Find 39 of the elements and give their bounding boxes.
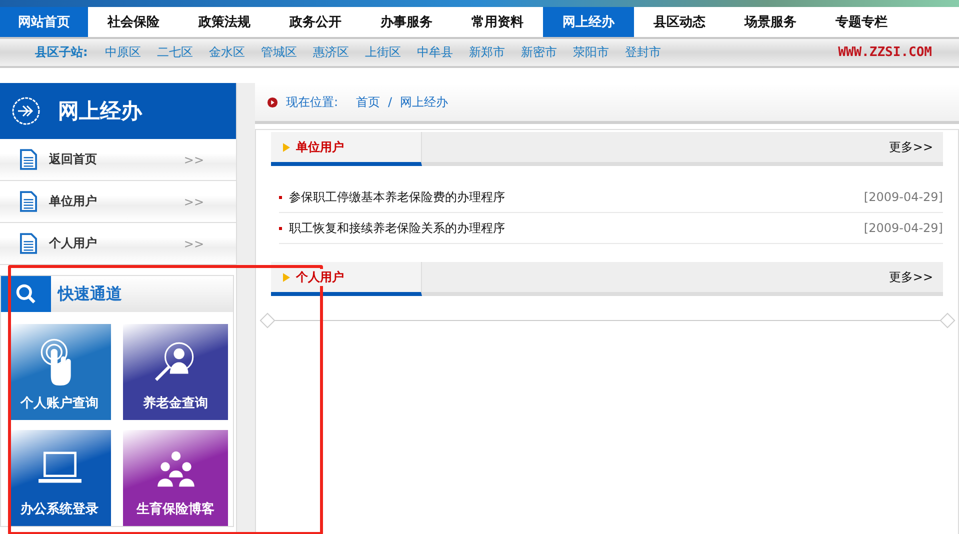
- section-tab[interactable]: 个人用户: [271, 262, 422, 296]
- section-tab[interactable]: 单位用户: [271, 132, 422, 166]
- nav-tab[interactable]: 常用资料: [452, 7, 543, 37]
- quick-link-tile[interactable]: 养老金查询: [123, 324, 228, 420]
- nav-tab[interactable]: 办事服务: [361, 7, 452, 37]
- article-link[interactable]: 职工恢复和接续养老保险关系的办理程序: [289, 220, 505, 236]
- quick-access-title: 快速通道: [58, 284, 122, 304]
- bullet-icon: [279, 226, 282, 230]
- breadcrumb-link[interactable]: 首页: [356, 94, 380, 110]
- nav-tab[interactable]: 政策法规: [179, 7, 270, 37]
- quick-link-tile[interactable]: 个人账户查询: [8, 324, 111, 420]
- more-link[interactable]: 更多>>: [888, 268, 933, 286]
- subsite-label: 县区子站:: [35, 44, 88, 61]
- nav-tab[interactable]: 专题专栏: [816, 7, 907, 37]
- nav-tab[interactable]: 网上经办: [543, 7, 634, 37]
- sidebar-title: 网上经办: [58, 98, 142, 125]
- breadcrumb-label: 现在位置:: [286, 94, 338, 110]
- bullet-icon: [279, 196, 282, 198]
- triangle-icon: [283, 142, 290, 152]
- document-icon: [20, 233, 37, 254]
- article-date: [2009-04-29]: [864, 221, 943, 235]
- breadcrumb-separator: /: [388, 95, 392, 109]
- document-icon: [20, 149, 37, 170]
- document-icon: [20, 191, 37, 212]
- triangle-icon: [283, 272, 290, 282]
- site-url: WWW.ZZSI.COM: [838, 45, 932, 60]
- quick-link-tile[interactable]: 生育保险博客: [123, 430, 228, 526]
- nav-tab[interactable]: 政务公开: [270, 7, 361, 37]
- article-date: [2009-04-29]: [864, 190, 943, 204]
- breadcrumb-link[interactable]: 网上经办: [400, 94, 448, 110]
- nav-tab[interactable]: 网站首页: [0, 7, 88, 37]
- arrow-circle-icon: [11, 96, 41, 126]
- nav-tab[interactable]: 社会保险: [88, 7, 179, 37]
- nav-tab[interactable]: 场景服务: [725, 7, 816, 37]
- more-link[interactable]: 更多>>: [888, 138, 933, 156]
- quick-link-tile[interactable]: 办公系统登录: [8, 430, 111, 526]
- play-circle-icon: [267, 96, 278, 108]
- nav-tab[interactable]: 县区动态: [634, 7, 725, 37]
- article-link[interactable]: 参保职工停缴基本养老保险费的办理程序: [289, 188, 505, 206]
